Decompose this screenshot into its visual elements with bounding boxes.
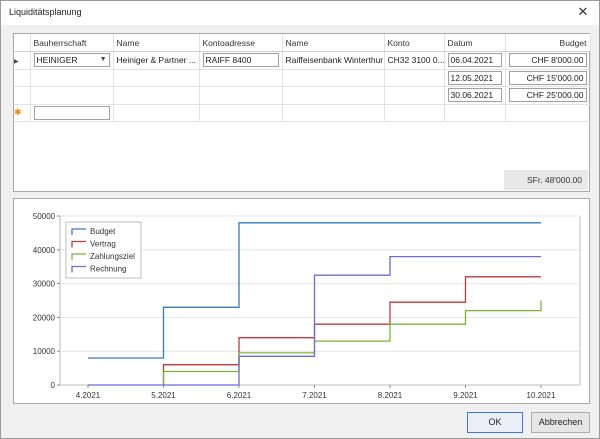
x-tick-label: 4.2021 [76,391,101,400]
cell-datum[interactable]: 30.06.2021 [444,86,506,105]
cancel-button[interactable]: Abbrechen [531,412,590,433]
bauherrschaft-combo[interactable]: HEINIGER ▼ [33,53,110,68]
cell-kontoadresse[interactable] [199,69,283,87]
y-tick-label: 10000 [33,347,56,356]
new-bauherrschaft-input[interactable] [33,105,110,120]
y-tick-label: 50000 [33,212,56,221]
new-row-icon: ✱ [14,104,31,122]
datum-input[interactable]: 12.05.2021 [447,70,502,85]
x-tick-label: 6.2021 [227,391,252,400]
cell-bauherrschaft[interactable] [30,69,114,87]
cell-name[interactable] [113,86,200,105]
cell-kontoadresse[interactable] [199,104,283,122]
planning-grid: Bauherrschaft Name Kontoadresse Name Kon… [13,33,591,192]
datum-input[interactable]: 06.04.2021 [447,53,502,68]
y-tick-label: 30000 [33,280,56,289]
cell-budget[interactable]: CHF 25'000.00 [505,86,591,105]
grid-header-row: Bauherrschaft Name Kontoadresse Name Kon… [14,34,591,52]
x-tick-label: 9.2021 [453,391,478,400]
column-header-kontoadresse[interactable]: Kontoadresse [199,34,283,52]
cell-budget[interactable] [505,104,591,122]
dialog-window: Liquiditätsplanung ✕ Bauherrschaft Name … [0,0,600,439]
datum-input[interactable]: 30.06.2021 [447,88,502,103]
legend-label: Vertrag [90,240,116,249]
legend-label: Rechnung [90,265,126,274]
column-header-name[interactable]: Name [113,34,200,52]
cell-kontoadresse[interactable]: RAIFF 8400 [199,51,283,70]
kontoadresse-input[interactable]: RAIFF 8400 [202,53,279,68]
column-header-konto[interactable]: Konto [384,34,445,52]
cell-budget[interactable]: CHF 15'000.00 [505,69,591,87]
cell-bank-name[interactable]: Raiffeisenbank Winterthur [282,51,385,70]
cell-konto[interactable] [384,86,445,105]
title-bar: Liquiditätsplanung ✕ [1,1,599,25]
column-header-bauherrschaft[interactable]: Bauherrschaft [30,34,114,52]
y-tick-label: 0 [51,381,56,390]
y-tick-label: 20000 [33,313,56,322]
cell-name[interactable] [113,69,200,87]
cell-bank-name[interactable] [282,69,385,87]
y-tick-label: 40000 [33,246,56,255]
new-item-row[interactable]: ✱ [14,104,591,122]
budget-input[interactable]: CHF 25'000.00 [508,88,587,103]
cell-bauherrschaft[interactable] [30,86,114,105]
x-tick-label: 10.2021 [527,391,556,400]
table-row[interactable]: 30.06.2021 CHF 25'000.00 [14,86,591,105]
table-row[interactable]: ▶ HEINIGER ▼ Heiniger & Partner ... RAIFF… [14,51,591,70]
grid-table: Bauherrschaft Name Kontoadresse Name Kon… [14,34,591,122]
close-icon[interactable]: ✕ [575,4,591,20]
current-row-icon: ▶ [14,51,31,70]
combo-value: HEINIGER [36,55,78,66]
cell-datum[interactable]: 12.05.2021 [444,69,506,87]
x-tick-label: 8.2021 [378,391,403,400]
cell-text: Heiniger & Partner ... [116,55,196,66]
column-header-bank-name[interactable]: Name [282,34,385,52]
cell-datum[interactable] [444,104,506,122]
cell-datum[interactable]: 06.04.2021 [444,51,506,70]
cell-konto[interactable] [384,69,445,87]
budget-total: SFr. 48'000.00 [504,170,588,190]
row-indicator-header [14,34,31,52]
cell-name[interactable] [113,104,200,122]
row-indicator [14,69,31,87]
legend-label: Zahlungsziel [90,252,135,261]
cell-konto[interactable] [384,104,445,122]
ok-button[interactable]: OK [467,412,523,433]
cell-konto[interactable]: CH32 3100 0... [384,51,445,70]
cell-text: CH32 3100 0... [387,55,444,66]
window-title: Liquiditätsplanung [9,7,82,17]
cell-bank-name[interactable] [282,86,385,105]
cell-budget[interactable]: CHF 8'000.00 [505,51,591,70]
x-tick-label: 5.2021 [151,391,176,400]
chart-canvas: 0 10000 20000 30000 40000 50000 4.2021 5.2021 6.… [33,212,581,400]
legend-label: Budget [90,227,116,236]
liquidity-chart: 0 10000 20000 30000 40000 50000 4.2021 5.2021 6.… [13,198,590,404]
budget-input[interactable]: CHF 8'000.00 [508,53,587,68]
cell-name[interactable]: Heiniger & Partner ... [113,51,200,70]
cell-bank-name[interactable] [282,104,385,122]
row-indicator [14,86,31,105]
x-tick-label: 7.2021 [302,391,327,400]
budget-input[interactable]: CHF 15'000.00 [508,70,587,85]
column-header-budget[interactable]: Budget [505,34,591,52]
table-row[interactable]: 12.05.2021 CHF 15'000.00 [14,69,591,87]
cell-bauherrschaft[interactable]: HEINIGER ▼ [30,51,114,70]
column-header-datum[interactable]: Datum [444,34,506,52]
chevron-down-icon[interactable]: ▼ [100,54,107,66]
cell-kontoadresse[interactable] [199,86,283,105]
cell-bauherrschaft[interactable] [30,104,114,122]
cell-text: Raiffeisenbank Winterthur [285,55,384,66]
